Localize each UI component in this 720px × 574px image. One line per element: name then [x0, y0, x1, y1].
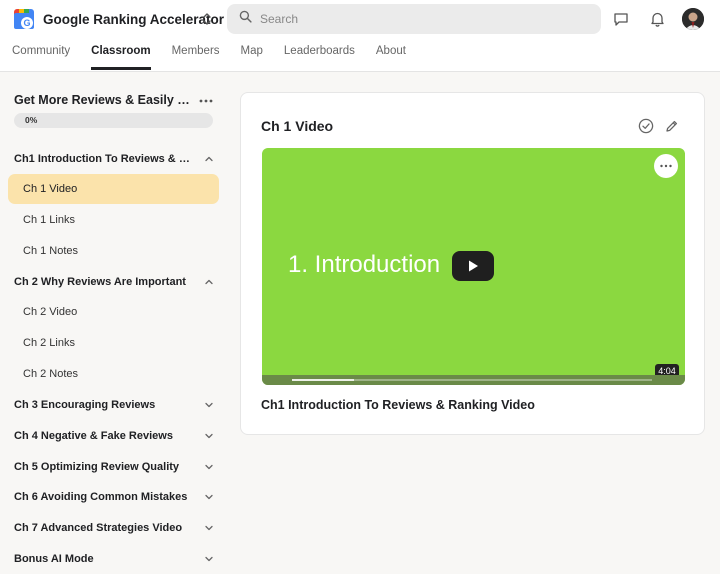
video-caption: Ch1 Introduction To Reviews & Ranking Vi… [261, 398, 535, 412]
tab-community[interactable]: Community [12, 42, 70, 70]
main-nav-tabs: Community Classroom Members Map Leaderbo… [12, 42, 427, 72]
chapter-2[interactable]: Ch 2 Why Reviews Are Important [14, 272, 214, 292]
tab-map[interactable]: Map [241, 42, 263, 70]
lesson-ch2-video[interactable]: Ch 2 Video [8, 297, 219, 327]
chevron-down-icon [204, 554, 214, 564]
chevron-down-icon [204, 523, 214, 533]
lesson-ch1-video[interactable]: Ch 1 Video [8, 174, 219, 204]
chapter-1[interactable]: Ch1 Introduction To Reviews & Ranking [14, 149, 214, 169]
community-name: Google Ranking Accelerator [43, 11, 225, 27]
chevron-down-icon [204, 431, 214, 441]
top-header: G Google Ranking Accelerator Community C… [0, 0, 720, 72]
chapter-label: Ch 5 Optimizing Review Quality [14, 461, 180, 473]
chapter-label: Ch 6 Avoiding Common Mistakes [14, 491, 188, 503]
search-icon [239, 10, 252, 28]
course-progress-label: 0% [25, 115, 38, 125]
video-scrubber[interactable] [292, 379, 652, 381]
video-control-bar[interactable] [262, 375, 685, 385]
tab-members[interactable]: Members [172, 42, 220, 70]
search-bar[interactable] [227, 4, 601, 34]
chapter-6[interactable]: Ch 6 Avoiding Common Mistakes [14, 487, 214, 507]
chapter-5[interactable]: Ch 5 Optimizing Review Quality [14, 457, 214, 477]
chapter-label: Ch 4 Negative & Fake Reviews [14, 430, 173, 442]
community-switcher-icon[interactable] [198, 9, 216, 29]
tab-classroom[interactable]: Classroom [91, 42, 151, 70]
video-title-text: 1. Introduction [288, 251, 441, 278]
lesson-ch2-notes[interactable]: Ch 2 Notes [8, 359, 219, 389]
chapter-3[interactable]: Ch 3 Encouraging Reviews [14, 395, 214, 415]
lesson-card: Ch 1 Video 1. Introduction 4:04 Ch1 Intr… [240, 92, 705, 435]
course-sidebar: Get More Reviews & Easily Dominate 0% Ch… [0, 73, 228, 574]
notifications-bell-icon[interactable] [647, 9, 667, 29]
chapter-bonus[interactable]: Bonus AI Mode [14, 549, 214, 569]
google-business-logo-icon: G [12, 8, 36, 30]
chapter-label: Ch1 Introduction To Reviews & Ranking [14, 153, 190, 165]
course-progress-bar: 0% [14, 113, 213, 128]
course-title: Get More Reviews & Easily Dominate [14, 93, 194, 107]
chevron-down-icon [204, 492, 214, 502]
tab-about[interactable]: About [376, 42, 406, 70]
course-options-icon[interactable] [198, 94, 214, 106]
lesson-ch2-links[interactable]: Ch 2 Links [8, 328, 219, 358]
chat-icon[interactable] [611, 9, 631, 29]
chevron-up-icon [204, 154, 214, 164]
video-player[interactable]: 1. Introduction 4:04 [262, 148, 685, 385]
lesson-ch1-links[interactable]: Ch 1 Links [8, 205, 219, 235]
tab-leaderboards[interactable]: Leaderboards [284, 42, 355, 70]
user-avatar[interactable] [682, 8, 704, 30]
play-icon [469, 260, 478, 272]
edit-pencil-icon[interactable] [662, 117, 680, 135]
chapter-label: Ch 7 Advanced Strategies Video [14, 522, 183, 534]
video-menu-icon[interactable] [654, 154, 678, 178]
chevron-down-icon [204, 400, 214, 410]
search-input[interactable] [260, 12, 580, 26]
chapter-label: Ch 2 Why Reviews Are Important [14, 276, 186, 288]
chevron-up-icon [204, 277, 214, 287]
brand[interactable]: G Google Ranking Accelerator [12, 8, 224, 30]
lesson-title: Ch 1 Video [261, 118, 334, 134]
chapter-label: Ch 3 Encouraging Reviews [14, 399, 156, 411]
play-button[interactable] [452, 251, 494, 281]
chevron-down-icon [204, 462, 214, 472]
chapter-4[interactable]: Ch 4 Negative & Fake Reviews [14, 426, 214, 446]
mark-complete-check-icon[interactable] [637, 117, 655, 135]
chapter-label: Bonus AI Mode [14, 553, 94, 565]
chapter-7[interactable]: Ch 7 Advanced Strategies Video [14, 518, 214, 538]
lesson-ch1-notes[interactable]: Ch 1 Notes [8, 236, 219, 266]
